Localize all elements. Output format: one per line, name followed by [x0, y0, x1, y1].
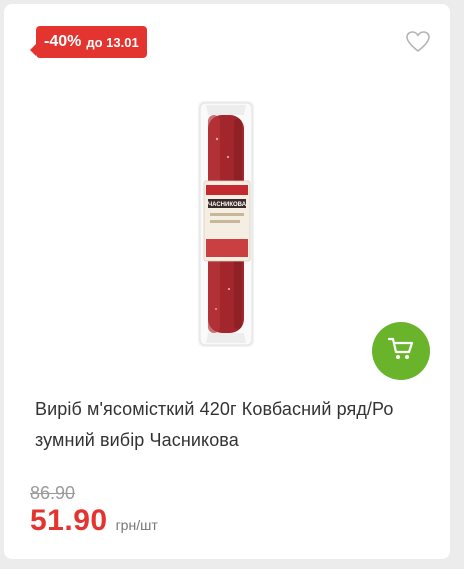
price-row: 51.90 грн/шт — [30, 504, 158, 538]
product-image[interactable]: ЧАСНИКОВА — [184, 99, 284, 349]
product-title-line-1: Виріб м'ясомісткий 420г Ковбасний ряд/Ро — [35, 399, 394, 419]
cart-icon — [387, 336, 415, 367]
discount-percent: -40% — [44, 33, 82, 50]
current-price: 51.90 — [30, 504, 108, 537]
add-to-cart-button[interactable] — [372, 322, 430, 380]
old-price: 86.90 — [30, 483, 76, 503]
product-title-line-2: зумний вибір Часникова — [35, 430, 239, 450]
product-label-text: ЧАСНИКОВА — [208, 202, 247, 208]
product-title[interactable]: Виріб м'ясомісткий 420г Ковбасний ряд/Ро… — [35, 394, 435, 456]
heart-icon[interactable] — [405, 30, 431, 54]
product-card[interactable]: -40% до 13.01 ЧАСНИКОВА Виріб м'ясомістк… — [4, 4, 450, 559]
badge-notch — [30, 44, 36, 56]
discount-badge: -40% до 13.01 — [30, 26, 147, 58]
price-unit: грн/шт — [115, 517, 158, 533]
discount-until: до 13.01 — [86, 34, 139, 50]
